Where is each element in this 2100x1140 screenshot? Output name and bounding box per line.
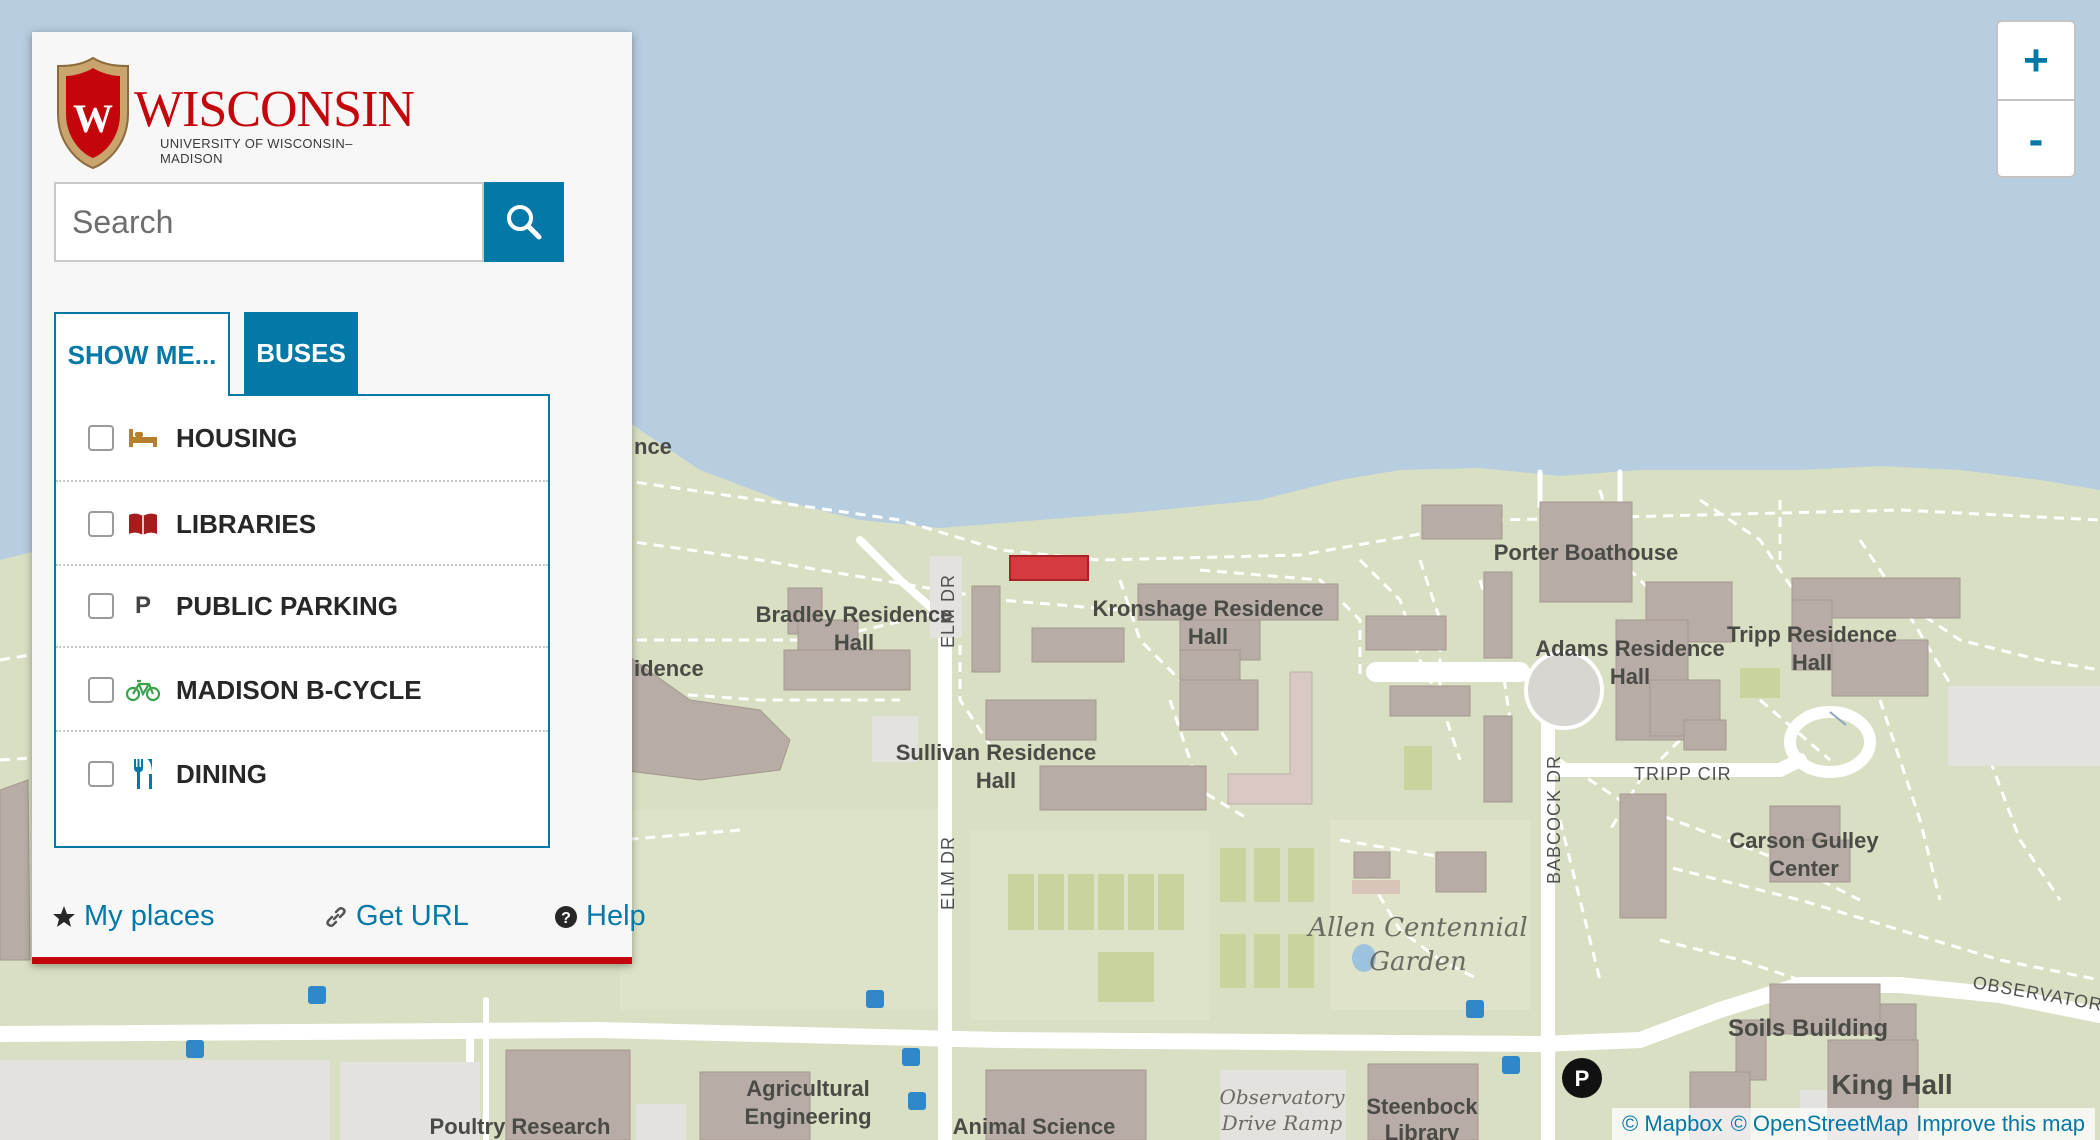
mapbox-attribution-link[interactable]: © Mapbox <box>1622 1111 1723 1137</box>
star-icon <box>52 905 76 929</box>
svg-text:P: P <box>1575 1066 1590 1091</box>
selected-building-highlight[interactable] <box>1009 555 1089 581</box>
layer-item-libraries[interactable]: LIBRARIES <box>56 482 548 566</box>
panel-footer: My places Get URL ? Help <box>52 900 646 940</box>
label-adams-1: Adams Residence <box>1535 636 1725 661</box>
label-adams-2: Hall <box>1610 664 1650 689</box>
label-porter-boathouse: Porter Boathouse <box>1494 540 1679 565</box>
label-kronshage-1: Kronshage Residence <box>1092 596 1323 621</box>
label-carson-1: Carson Gulley <box>1729 828 1879 853</box>
map-side-panel: W WISCONSIN UNIVERSITY OF WISCONSIN–MADI… <box>32 32 646 964</box>
search-icon <box>507 205 542 240</box>
layer-item-dining[interactable]: DINING <box>56 732 548 816</box>
public-parking-label: PUBLIC PARKING <box>176 590 398 621</box>
label-bradley-1: Bradley Residence <box>756 602 953 627</box>
bed-icon <box>126 421 160 455</box>
zoom-in-button[interactable]: + <box>1998 22 2074 99</box>
housing-label: HOUSING <box>176 422 298 453</box>
zoom-control: + - <box>1996 20 2076 178</box>
label-poultry: Poultry Research <box>430 1114 611 1139</box>
tab-buses[interactable]: BUSES <box>244 312 358 394</box>
question-circle-icon: ? <box>554 905 578 929</box>
label-bradley-2: Hall <box>834 630 874 655</box>
dining-checkbox[interactable] <box>88 761 114 787</box>
label-babcock-dr: BABCOCK DR <box>1544 755 1564 884</box>
parking-lot <box>1948 686 2100 766</box>
bicycle-icon <box>126 673 160 707</box>
parking-marker[interactable]: P <box>1562 1058 1602 1098</box>
logo-wordmark: WISCONSIN <box>134 81 415 138</box>
label-allen-2: Garden <box>1369 947 1466 977</box>
improve-map-link[interactable]: Improve this map <box>1916 1111 2085 1137</box>
layer-item-housing[interactable]: HOUSING <box>56 396 548 480</box>
logo-subtitle: UNIVERSITY OF WISCONSIN–MADISON <box>160 136 353 166</box>
bcycle-checkbox[interactable] <box>88 677 114 703</box>
label-steenbock-2: Library <box>1385 1120 1460 1140</box>
osm-attribution-link[interactable]: © OpenStreetMap <box>1731 1111 1909 1137</box>
parking-p-icon: P <box>134 592 151 619</box>
dining-label: DINING <box>176 758 267 789</box>
bcycle-label: MADISON B-CYCLE <box>176 674 422 705</box>
fork-knife-icon <box>126 757 160 791</box>
label-animal-science: Animal Science <box>953 1114 1116 1139</box>
label-allen-1: Allen Centennial <box>1306 913 1527 943</box>
label-kronshage-2: Hall <box>1188 624 1228 649</box>
my-places-link[interactable]: My places <box>52 900 215 933</box>
housing-checkbox[interactable] <box>88 425 114 451</box>
search-input[interactable] <box>54 182 484 262</box>
label-carson-2: Center <box>1769 856 1839 881</box>
label-fragment-idence: idence <box>634 656 704 681</box>
label-obs-2: Drive Ramp <box>1221 1111 1343 1135</box>
label-obs-1: Observatory <box>1219 1085 1345 1109</box>
get-url-label: Get URL <box>356 900 469 932</box>
parking-lot <box>636 1104 686 1140</box>
field-patch <box>620 810 950 1010</box>
parking-lot <box>0 1060 330 1140</box>
building-pink <box>1352 880 1400 894</box>
roundabout <box>1524 650 1604 730</box>
label-soils: Soils Building <box>1728 1015 1888 1042</box>
book-icon <box>126 507 160 541</box>
label-elm-dr-upper: ELM DR <box>938 574 958 648</box>
my-places-label: My places <box>84 900 215 932</box>
parking-checkbox[interactable] <box>88 593 114 619</box>
libraries-checkbox[interactable] <box>88 511 114 537</box>
label-tripp-cir: TRIPP CIR <box>1634 764 1732 784</box>
svg-text:?: ? <box>561 910 571 927</box>
label-steenbock-1: Steenbock <box>1366 1094 1478 1119</box>
label-fragment-nce: nce <box>634 434 672 459</box>
label-king-hall: King Hall <box>1831 1069 1952 1100</box>
layer-item-bcycle[interactable]: MADISON B-CYCLE <box>56 648 548 732</box>
uw-madison-logo[interactable]: W WISCONSIN UNIVERSITY OF WISCONSIN–MADI… <box>54 54 415 172</box>
get-url-link[interactable]: Get URL <box>324 900 469 933</box>
help-label: Help <box>586 900 646 932</box>
search-button[interactable] <box>484 182 564 262</box>
libraries-label: LIBRARIES <box>176 508 317 539</box>
label-agri-2: Engineering <box>744 1104 871 1129</box>
label-tripp-2: Hall <box>1792 650 1832 675</box>
label-sullivan-2: Hall <box>976 768 1016 793</box>
help-link[interactable]: ? Help <box>554 900 646 933</box>
tab-show-me[interactable]: SHOW ME... <box>54 312 230 396</box>
layer-toggle-list: HOUSING LIBRARIES P PUBLIC PARKING MADIS… <box>54 394 550 848</box>
label-elm-dr-lower: ELM DR <box>938 836 958 910</box>
label-tripp-1: Tripp Residence <box>1727 622 1897 647</box>
crest-shield-icon: W <box>57 56 129 170</box>
label-sullivan-1: Sullivan Residence <box>896 740 1097 765</box>
svg-text:W: W <box>73 96 113 141</box>
zoom-out-button[interactable]: - <box>1998 101 2074 176</box>
link-chain-icon <box>324 905 348 929</box>
search-bar <box>54 182 588 262</box>
map-attribution: © Mapbox © OpenStreetMap Improve this ma… <box>1612 1108 2095 1140</box>
panel-accent-bar <box>32 957 632 964</box>
label-agri-1: Agricultural <box>746 1076 869 1101</box>
layer-item-public-parking[interactable]: P PUBLIC PARKING <box>56 564 548 648</box>
